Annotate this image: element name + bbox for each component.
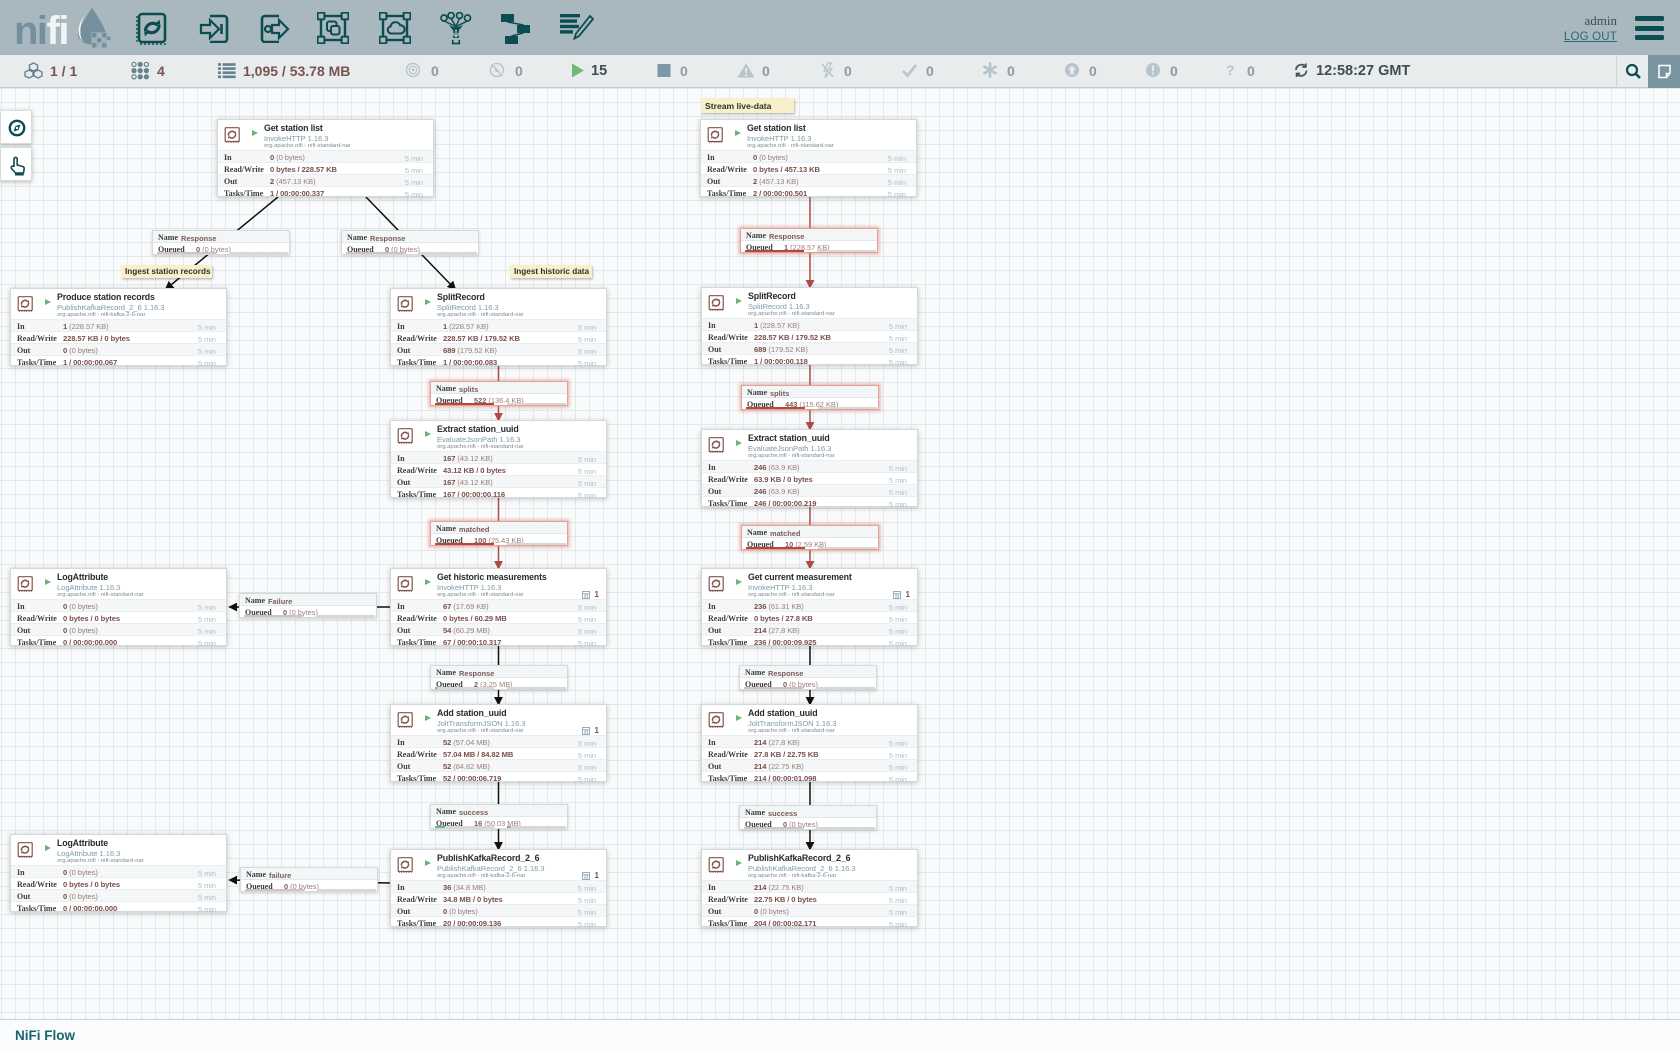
svg-text:nifi: nifi <box>15 9 68 53</box>
